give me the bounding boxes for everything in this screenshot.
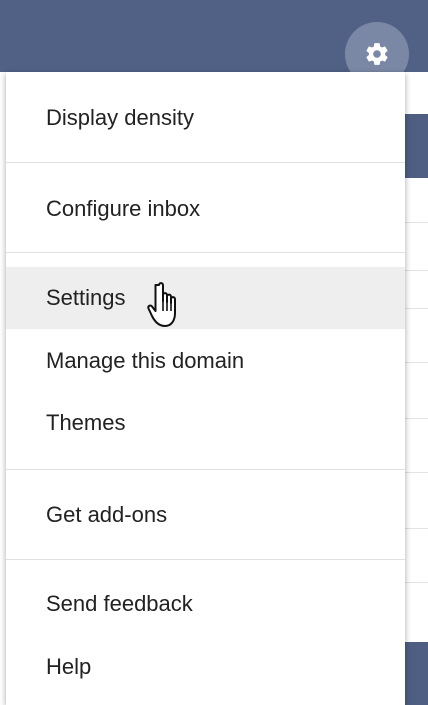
- menu-divider: [6, 469, 405, 470]
- menu-item-label: Send feedback: [46, 591, 193, 616]
- menu-item-themes[interactable]: Themes: [6, 397, 405, 449]
- menu-item-manage-this-domain[interactable]: Manage this domain: [6, 335, 405, 387]
- settings-menu: Display density Configure inbox Settings…: [6, 72, 405, 705]
- menu-item-settings[interactable]: Settings: [6, 267, 405, 329]
- background-row-line: [405, 308, 428, 309]
- background-page-edge: [405, 72, 428, 705]
- menu-item-send-feedback[interactable]: Send feedback: [6, 578, 405, 630]
- app-window: Display density Configure inbox Settings…: [0, 0, 428, 705]
- menu-item-label: Manage this domain: [46, 348, 245, 373]
- background-band: [405, 642, 428, 705]
- menu-item-label: Display density: [46, 105, 194, 130]
- background-row-line: [405, 222, 428, 223]
- background-band: [405, 114, 428, 178]
- menu-divider: [6, 559, 405, 560]
- menu-item-get-add-ons[interactable]: Get add-ons: [6, 489, 405, 541]
- menu-divider: [6, 162, 405, 163]
- menu-divider: [6, 252, 405, 253]
- menu-item-label: Configure inbox: [46, 196, 201, 221]
- gear-icon: [364, 41, 390, 67]
- menu-item-label: Get add-ons: [46, 502, 168, 527]
- menu-item-display-density[interactable]: Display density: [6, 92, 405, 144]
- menu-item-label: Themes: [46, 410, 126, 435]
- menu-item-configure-inbox[interactable]: Configure inbox: [6, 183, 405, 235]
- menu-item-help[interactable]: Help: [6, 641, 405, 693]
- background-row-line: [405, 270, 428, 271]
- background-row-line: [405, 582, 428, 583]
- background-row-line: [405, 362, 428, 363]
- background-row-line: [405, 528, 428, 529]
- background-row-line: [405, 472, 428, 473]
- menu-item-label: Settings: [46, 285, 126, 310]
- menu-item-label: Help: [46, 654, 92, 679]
- background-row-line: [405, 418, 428, 419]
